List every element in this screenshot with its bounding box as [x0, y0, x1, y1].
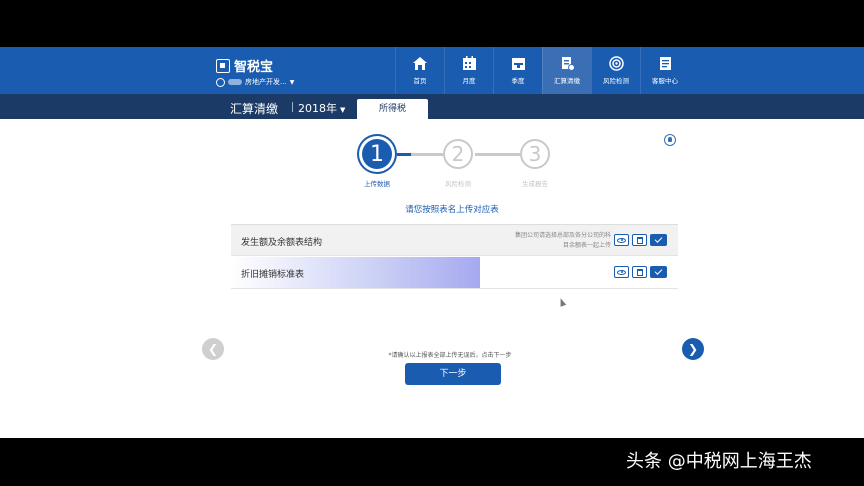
calendar-quarter-icon — [510, 56, 526, 71]
confirm-button[interactable] — [650, 234, 667, 246]
step-connector — [397, 153, 443, 156]
target-icon — [608, 56, 624, 71]
step-1-label: 上传数据 — [364, 180, 390, 188]
chevron-left-icon: ❮ — [207, 342, 219, 356]
file-hint: 集团公司请选择总部及各分公司的科目余额表一起上传 — [514, 232, 611, 249]
file-name: 折旧摊销标准表 — [241, 270, 305, 280]
file-actions — [614, 234, 667, 246]
caret-down-icon: ▼ — [289, 78, 295, 86]
check-icon — [654, 267, 663, 275]
preview-button[interactable] — [614, 234, 629, 246]
nav-tab-quarterly[interactable]: 季度 — [493, 47, 542, 94]
user-icon — [216, 77, 225, 87]
lightbulb-icon[interactable] — [664, 134, 676, 146]
nav-tab-label: 客服中心 — [652, 77, 678, 85]
nav-tab-service[interactable]: 客服中心 — [640, 47, 689, 94]
service-doc-icon — [657, 56, 673, 71]
next-arrow-button[interactable]: ❯ — [682, 338, 704, 360]
year-selector[interactable]: 2018年 ▼ — [298, 100, 345, 116]
page-title: 汇算清缴 — [230, 102, 279, 116]
watermark: 头条 @中税网上海王杰 — [626, 451, 812, 472]
calendar-month-icon — [461, 56, 477, 71]
nav-tab-label: 首页 — [413, 77, 427, 85]
home-icon — [412, 56, 428, 71]
tab-income-tax[interactable]: 所得税 — [357, 99, 428, 120]
document-settle-icon — [559, 56, 575, 71]
step-2-circle: 2 — [443, 139, 473, 169]
step-2-label: 风险检测 — [445, 180, 471, 188]
brand: 智税宝 — [216, 56, 273, 75]
nav-tab-monthly[interactable]: 月度 — [444, 47, 493, 94]
next-step-button[interactable]: 下一步 — [405, 363, 501, 385]
file-row: 发生额及余额表结构 集团公司请选择总部及各分公司的科目余额表一起上传 — [231, 224, 678, 256]
step-3-label: 生成报告 — [522, 180, 548, 188]
trash-icon — [636, 268, 643, 276]
nav-tab-label: 风险检测 — [603, 77, 629, 85]
step-3-circle: 3 — [520, 139, 550, 169]
confirm-button[interactable] — [650, 266, 667, 278]
prev-arrow-button[interactable]: ❮ — [202, 338, 224, 360]
file-actions — [614, 266, 667, 278]
sub-header: 汇算清缴 2018年 ▼ 所得税 — [0, 94, 864, 120]
nav-tab-label: 季度 — [511, 77, 525, 85]
trash-icon — [636, 236, 643, 244]
company-name: 房地产开发... — [245, 78, 287, 86]
check-icon — [654, 235, 663, 243]
app-window: 智税宝 房地产开发... ▼ 首页 月度 季度 汇算清缴 风险检测 客服中心 汇… — [0, 47, 864, 438]
brand-name: 智税宝 — [234, 60, 274, 75]
eye-icon — [617, 237, 626, 243]
company-selector[interactable]: 房地产开发... ▼ — [216, 77, 294, 87]
divider — [292, 102, 293, 112]
delete-button[interactable] — [632, 234, 647, 246]
eye-icon — [617, 269, 626, 275]
year-value: 2018年 — [298, 102, 337, 115]
step-connector — [475, 153, 520, 156]
nav-tab-risk-check[interactable]: 风险检测 — [591, 47, 640, 94]
nav-tab-home[interactable]: 首页 — [395, 47, 444, 94]
confirm-note: *请确认以上报表全部上传无误后，点击下一步 — [388, 352, 512, 359]
chevron-right-icon: ❯ — [687, 342, 699, 356]
caret-down-icon: ▼ — [340, 106, 346, 114]
nav-tab-settlement[interactable]: 汇算清缴 — [542, 47, 591, 94]
preview-button[interactable] — [614, 266, 629, 278]
file-row: 折旧摊销标准表 — [231, 257, 678, 289]
top-navbar: 智税宝 房地产开发... ▼ 首页 月度 季度 汇算清缴 风险检测 客服中心 — [0, 47, 864, 94]
mouse-cursor-icon — [557, 297, 567, 307]
redacted-company-prefix — [228, 79, 242, 85]
nav-tab-label: 月度 — [462, 77, 476, 85]
upload-instruction: 请您按照表名上传对应表 — [405, 205, 499, 215]
main-nav-tabs: 首页 月度 季度 汇算清缴 风险检测 客服中心 — [395, 47, 689, 94]
nav-tab-label: 汇算清缴 — [554, 77, 580, 85]
brand-logo-icon — [216, 58, 230, 73]
file-name: 发生额及余额表结构 — [241, 238, 323, 248]
step-1-circle: 1 — [362, 139, 392, 169]
delete-button[interactable] — [632, 266, 647, 278]
screen: 智税宝 房地产开发... ▼ 首页 月度 季度 汇算清缴 风险检测 客服中心 汇… — [0, 0, 864, 486]
